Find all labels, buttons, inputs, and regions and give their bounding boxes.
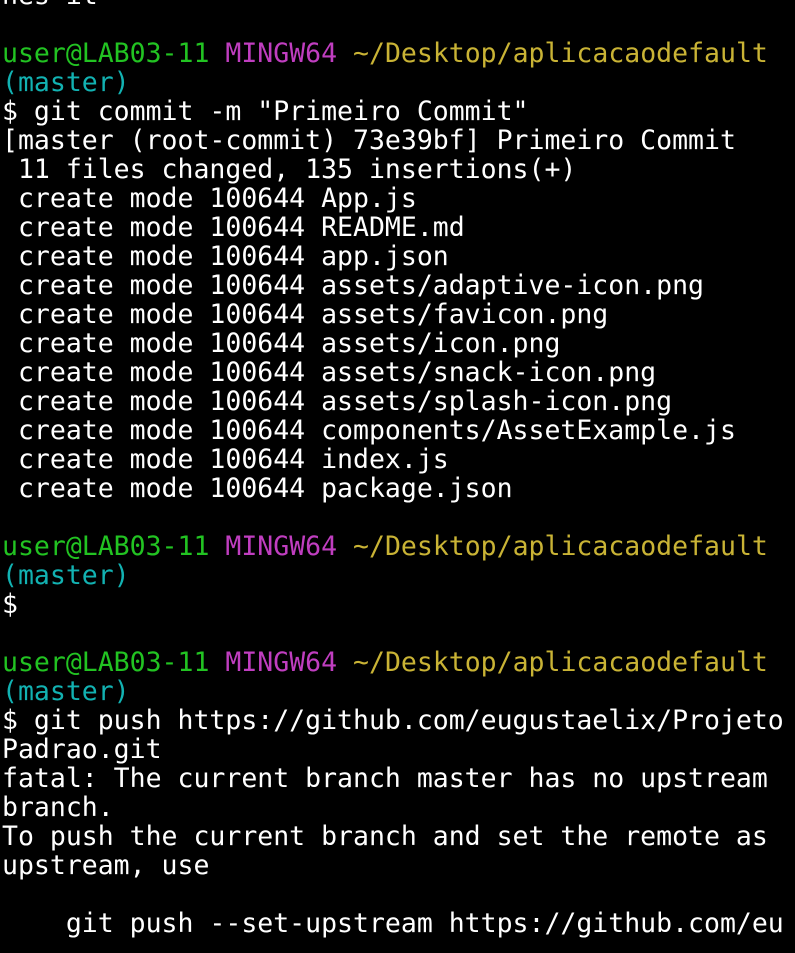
terminal-line: Padrao.git: [2, 735, 795, 764]
terminal-line: user@LAB03-11 MINGW64 ~/Desktop/aplicaca…: [2, 39, 795, 68]
terminal-text: git push --set-upstream https://github.c…: [2, 909, 784, 938]
terminal-text: $: [2, 590, 18, 619]
terminal-text: create mode 100644 assets/splash-icon.pn…: [2, 387, 673, 416]
terminal-text: create mode 100644 index.js: [2, 445, 449, 474]
terminal-line: [master (root-commit) 73e39bf] Primeiro …: [2, 126, 795, 155]
terminal-line: (master): [2, 561, 795, 590]
prompt-branch: (master): [2, 68, 130, 97]
terminal-text: fatal: The current branch master has no …: [2, 764, 768, 793]
terminal-text: upstream, use: [2, 851, 210, 880]
prompt-shell-name: MINGW64: [225, 532, 338, 561]
terminal-line: create mode 100644 index.js: [2, 445, 795, 474]
terminal-text: branch.: [2, 793, 114, 822]
terminal-line: create mode 100644 assets/splash-icon.pn…: [2, 387, 795, 416]
terminal-line: create mode 100644 app.json: [2, 242, 795, 271]
terminal-line: 11 files changed, 135 insertions(+): [2, 155, 795, 184]
terminal-line: user@LAB03-11 MINGW64 ~/Desktop/aplicaca…: [2, 532, 795, 561]
prompt-user-host: user@LAB03-11: [2, 532, 210, 561]
terminal-line: create mode 100644 package.json: [2, 474, 795, 503]
prompt-branch: (master): [2, 677, 130, 706]
terminal-window[interactable]: hes it user@LAB03-11 MINGW64 ~/Desktop/ap…: [0, 0, 795, 953]
prompt-user-host: user@LAB03-11: [2, 648, 210, 677]
terminal-text: create mode 100644 components/AssetExamp…: [2, 416, 736, 445]
terminal-line: fatal: The current branch master has no …: [2, 764, 795, 793]
terminal-text: To push the current branch and set the r…: [2, 822, 768, 851]
terminal-line: hes it: [2, 0, 795, 10]
prompt-shell-name: MINGW64: [225, 39, 338, 68]
terminal-line: create mode 100644 App.js: [2, 184, 795, 213]
terminal-output: hes it user@LAB03-11 MINGW64 ~/Desktop/ap…: [2, 0, 795, 938]
terminal-line: user@LAB03-11 MINGW64 ~/Desktop/aplicaca…: [2, 648, 795, 677]
terminal-text: create mode 100644 assets/snack-icon.png: [2, 358, 657, 387]
terminal-line: git push --set-upstream https://github.c…: [2, 909, 795, 938]
terminal-text: 11 files changed, 135 insertions(+): [2, 155, 577, 184]
terminal-text: create mode 100644 README.md: [2, 213, 465, 242]
terminal-line: $: [2, 590, 795, 619]
terminal-line: To push the current branch and set the r…: [2, 822, 795, 851]
terminal-line: create mode 100644 assets/icon.png: [2, 329, 795, 358]
terminal-line: create mode 100644 assets/snack-icon.png: [2, 358, 795, 387]
terminal-line: (master): [2, 68, 795, 97]
terminal-text: create mode 100644 app.json: [2, 242, 449, 271]
terminal-text: create mode 100644 assets/icon.png: [2, 329, 561, 358]
terminal-line: create mode 100644 assets/favicon.png: [2, 300, 795, 329]
terminal-text: create mode 100644 assets/adaptive-icon.…: [2, 271, 704, 300]
terminal-line: $ git push https://github.com/eugustaeli…: [2, 706, 795, 735]
terminal-line: upstream, use: [2, 851, 795, 880]
prompt-shell-name: MINGW64: [225, 648, 338, 677]
terminal-text: $ git push https://github.com/eugustaeli…: [2, 706, 784, 735]
terminal-text: [master (root-commit) 73e39bf] Primeiro …: [2, 126, 736, 155]
terminal-line: (master): [2, 677, 795, 706]
terminal-text: $ git commit -m "Primeiro Commit": [2, 97, 529, 126]
terminal-line: $ git commit -m "Primeiro Commit": [2, 97, 795, 126]
terminal-text: hes it: [2, 0, 98, 10]
terminal-text: create mode 100644 assets/favicon.png: [2, 300, 609, 329]
terminal-text: Padrao.git: [2, 735, 162, 764]
terminal-line: branch.: [2, 793, 795, 822]
prompt-path: ~/Desktop/aplicacaodefault: [353, 532, 768, 561]
prompt-user-host: user@LAB03-11: [2, 39, 210, 68]
terminal-line: create mode 100644 assets/adaptive-icon.…: [2, 271, 795, 300]
prompt-path: ~/Desktop/aplicacaodefault: [353, 648, 768, 677]
terminal-text: create mode 100644 package.json: [2, 474, 513, 503]
prompt-branch: (master): [2, 561, 130, 590]
terminal-text: create mode 100644 App.js: [2, 184, 417, 213]
terminal-line: create mode 100644 README.md: [2, 213, 795, 242]
terminal-line: create mode 100644 components/AssetExamp…: [2, 416, 795, 445]
prompt-path: ~/Desktop/aplicacaodefault: [353, 39, 768, 68]
